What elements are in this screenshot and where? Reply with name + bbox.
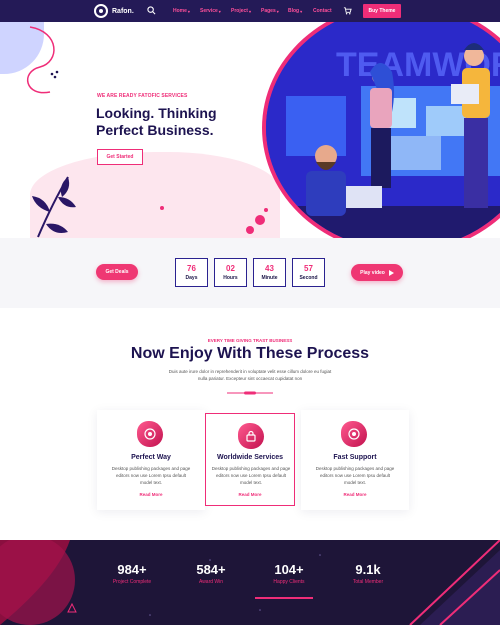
countdown-label: Days (185, 275, 198, 281)
read-more-link[interactable]: Read More (97, 492, 205, 497)
chevron-down-icon: ▾ (187, 8, 190, 14)
process-kicker: EVERY TIME GIVING TRAST BUSINESS (207, 338, 293, 343)
logo-text: Rafon. (112, 7, 134, 15)
countdown-value: 43 (265, 264, 274, 273)
process-card-perfect-way: Perfect Way Desktop publishing packages … (97, 410, 205, 510)
get-started-button[interactable]: Get Started (97, 149, 143, 165)
decorative-dots (160, 206, 268, 234)
read-more-link[interactable]: Read More (301, 492, 409, 497)
menu-label: Pages (261, 8, 276, 14)
stat-value: 984+ (117, 562, 147, 577)
target-icon (137, 421, 163, 447)
menu-item-pages[interactable]: Pages ▾ (261, 8, 288, 14)
logo[interactable]: Rafon. (94, 4, 134, 18)
process-card-fast-support: Fast Support Desktop publishing packages… (301, 410, 409, 510)
countdown-label: Minute (261, 275, 278, 281)
play-video-button[interactable]: Play video (351, 264, 403, 281)
menu-label: Home (173, 8, 187, 14)
cart-icon[interactable] (343, 6, 352, 15)
countdown-band (0, 238, 500, 308)
stat-members: 9.1k Total Member (338, 562, 398, 585)
search-icon[interactable] (147, 6, 156, 15)
countdown-hours: 02 Hours (214, 258, 247, 287)
stats-background-shapes (0, 540, 500, 625)
top-navbar: Rafon. Home ▾ Service ▾ Project ▾ Pages ▾ Bl… (0, 0, 500, 22)
stat-clients: 104+ Happy Clients (259, 562, 319, 585)
card-text: Desktop publishing packages and page edi… (211, 466, 291, 485)
stats-section (0, 540, 500, 625)
menu-item-home[interactable]: Home ▾ (173, 8, 200, 14)
target-icon (341, 421, 367, 447)
logo-mark-icon (94, 4, 108, 18)
play-icon (388, 269, 394, 276)
card-text: Desktop publishing packages and page edi… (111, 466, 191, 485)
card-title: Perfect Way (131, 454, 171, 461)
play-video-label: Play video (360, 269, 385, 276)
stat-underline (255, 597, 313, 599)
card-title: Worldwide Services (216, 454, 283, 461)
read-more-link[interactable]: Read More (206, 492, 294, 497)
countdown-value: 02 (226, 264, 235, 273)
buy-theme-button[interactable]: Buy Theme (363, 4, 401, 18)
hero-illustration: TEAMWORK (262, 22, 500, 238)
card-text: Desktop publishing packages and page edi… (315, 466, 395, 485)
countdown-value: 57 (304, 264, 313, 273)
menu-item-project[interactable]: Project ▾ (231, 8, 261, 14)
chevron-down-icon: ▾ (300, 8, 303, 14)
stat-awards: 584+ Award Win (181, 562, 241, 585)
get-deals-button[interactable]: Get Deals (96, 264, 138, 280)
process-description: Duis aute irure dolor in reprehenderit i… (168, 369, 332, 381)
menu-item-service[interactable]: Service ▾ (200, 8, 231, 14)
section-divider (227, 391, 273, 395)
stat-label: Happy Clients (273, 579, 305, 585)
stat-projects: 984+ Project Complete (102, 562, 162, 585)
menu-label: Project (231, 8, 248, 14)
stat-value: 9.1k (355, 562, 381, 577)
countdown-value: 76 (187, 264, 196, 273)
lock-icon (238, 423, 264, 449)
menu-label: Blog (288, 8, 300, 14)
chevron-down-icon: ▾ (248, 8, 251, 14)
countdown-seconds: 57 Second (292, 258, 325, 287)
menu-label: Service (200, 8, 218, 14)
menu-item-contact[interactable]: Contact (313, 8, 343, 14)
stat-label: Total Member (352, 579, 384, 585)
card-title: Fast Support (333, 454, 377, 461)
countdown-label: Hours (223, 275, 238, 281)
decorative-squiggle (26, 26, 59, 94)
menu-label: Contact (313, 8, 332, 14)
process-title: Now Enjoy With These Process (130, 345, 370, 362)
chevron-down-icon: ▾ (218, 8, 221, 14)
countdown-days: 76 Days (175, 258, 208, 287)
hero-section: WE ARE READY FATOFIC SERVICES Looking. T… (0, 22, 500, 238)
countdown-minutes: 43 Minute (253, 258, 286, 287)
menu-item-blog[interactable]: Blog ▾ (288, 8, 313, 14)
stat-label: Project Complete (112, 579, 152, 585)
process-card-worldwide-services: Worldwide Services Desktop publishing pa… (205, 413, 295, 506)
leaf-illustration (32, 176, 76, 238)
stat-label: Award Win (198, 579, 224, 585)
countdown-label: Second (299, 275, 318, 281)
hero-kicker: WE ARE READY FATOFIC SERVICES (97, 93, 188, 99)
stat-value: 104+ (274, 562, 304, 577)
hero-title: Looking. Thinking Perfect Business. (96, 105, 217, 138)
main-menu: Home ▾ Service ▾ Project ▾ Pages ▾ Blog ▾ Con… (173, 0, 343, 22)
chevron-down-icon: ▾ (276, 8, 279, 14)
stat-value: 584+ (196, 562, 226, 577)
